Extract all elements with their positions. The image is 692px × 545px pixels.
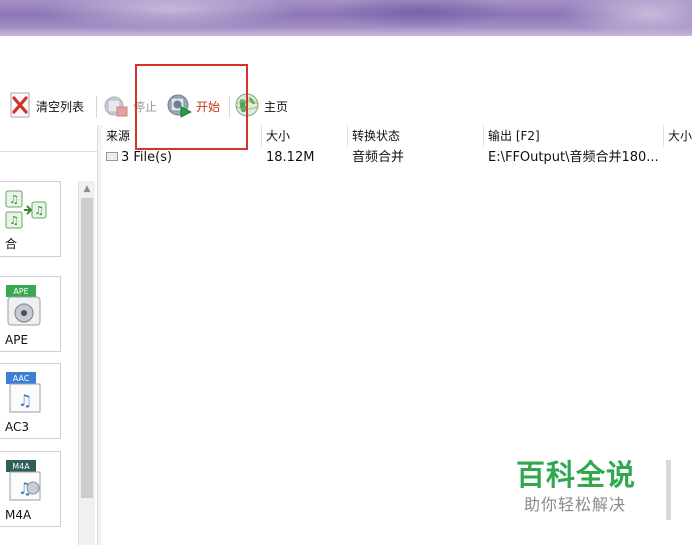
- svg-text:♫: ♫: [34, 204, 44, 217]
- file-group-icon: [106, 152, 118, 161]
- format-panel-scrollbar[interactable]: ▲: [78, 181, 95, 545]
- window-title-area: [0, 36, 692, 90]
- cell-source: 3 File(s): [106, 149, 260, 167]
- m4a-format-icon: M4A ♫: [4, 458, 44, 501]
- svg-text:♫: ♫: [9, 193, 19, 206]
- format-item-ape[interactable]: APE APE: [0, 276, 61, 352]
- start-icon: [166, 92, 193, 121]
- format-item-audio-merge[interactable]: ♫ ♫ ♫ 合: [0, 181, 61, 257]
- format-label: APE: [5, 333, 29, 347]
- start-label: 开始: [196, 99, 221, 114]
- ape-badge: APE: [13, 287, 28, 296]
- aac-badge: AAC: [13, 374, 30, 383]
- audio-merge-icon: ♫ ♫ ♫: [4, 188, 47, 230]
- toolbar-separator: [229, 96, 230, 118]
- wallpaper-shade: [330, 0, 510, 28]
- globe-icon: [234, 92, 260, 121]
- column-header-size[interactable]: 大小: [262, 125, 348, 147]
- table-row[interactable]: 3 File(s) 18.12M 音频合并 E:\FFOutput\音频合并18…: [102, 149, 692, 167]
- watermark-subtitle: 助你轻松解决: [524, 495, 627, 514]
- stop-label: 停止: [133, 99, 158, 114]
- stop-icon: [103, 92, 129, 121]
- toolbar: 清空列表 停止 开始 主页: [0, 90, 692, 122]
- start-button[interactable]: 开始: [166, 90, 220, 122]
- svg-text:♫: ♫: [9, 214, 19, 227]
- home-label: 主页: [264, 99, 289, 114]
- list-scrollbar[interactable]: [666, 460, 671, 520]
- wallpaper-glow: [40, 0, 300, 30]
- format-label: AC3: [5, 420, 30, 434]
- watermark-title: 百科全说: [516, 458, 637, 492]
- column-header-output[interactable]: 输出 [F2]: [484, 125, 664, 147]
- stop-button[interactable]: 停止: [103, 90, 157, 122]
- cell-size: 18.12M: [266, 150, 315, 165]
- clear-list-button[interactable]: 清空列表: [10, 90, 84, 122]
- cell-status: 音频合并: [352, 150, 405, 165]
- wallpaper-glow: [560, 0, 692, 36]
- aac-ac3-icon: AAC ♫: [4, 370, 44, 413]
- format-item-ac3[interactable]: AAC ♫ AC3: [0, 363, 61, 439]
- source-text: 3 File(s): [121, 150, 173, 165]
- clear-list-icon: [10, 92, 32, 121]
- scroll-up-icon[interactable]: ▲: [79, 181, 95, 197]
- m4a-badge: M4A: [12, 462, 30, 471]
- clear-list-label: 清空列表: [36, 99, 85, 114]
- scrollbar-thumb[interactable]: [81, 198, 93, 498]
- format-panel-header: [0, 125, 97, 152]
- format-list: ♫ ♫ ♫ 合 APE APE AAC ♫ AC3 M4A ♫ M4A: [0, 181, 77, 545]
- column-header-source[interactable]: 来源: [102, 125, 262, 147]
- column-header-status[interactable]: 转换状态: [348, 125, 484, 147]
- svg-text:♫: ♫: [18, 391, 32, 410]
- toolbar-separator: [96, 96, 97, 118]
- home-button[interactable]: 主页: [234, 90, 288, 122]
- format-label: M4A: [5, 508, 32, 522]
- format-item-m4a[interactable]: M4A ♫ M4A: [0, 451, 61, 527]
- desktop-wallpaper: [0, 0, 692, 36]
- column-header-output-size[interactable]: 大小: [664, 125, 692, 147]
- ape-format-icon: APE: [4, 283, 44, 326]
- format-label: 合: [5, 237, 18, 251]
- cell-output: E:\FFOutput\音频合并180...: [488, 150, 659, 165]
